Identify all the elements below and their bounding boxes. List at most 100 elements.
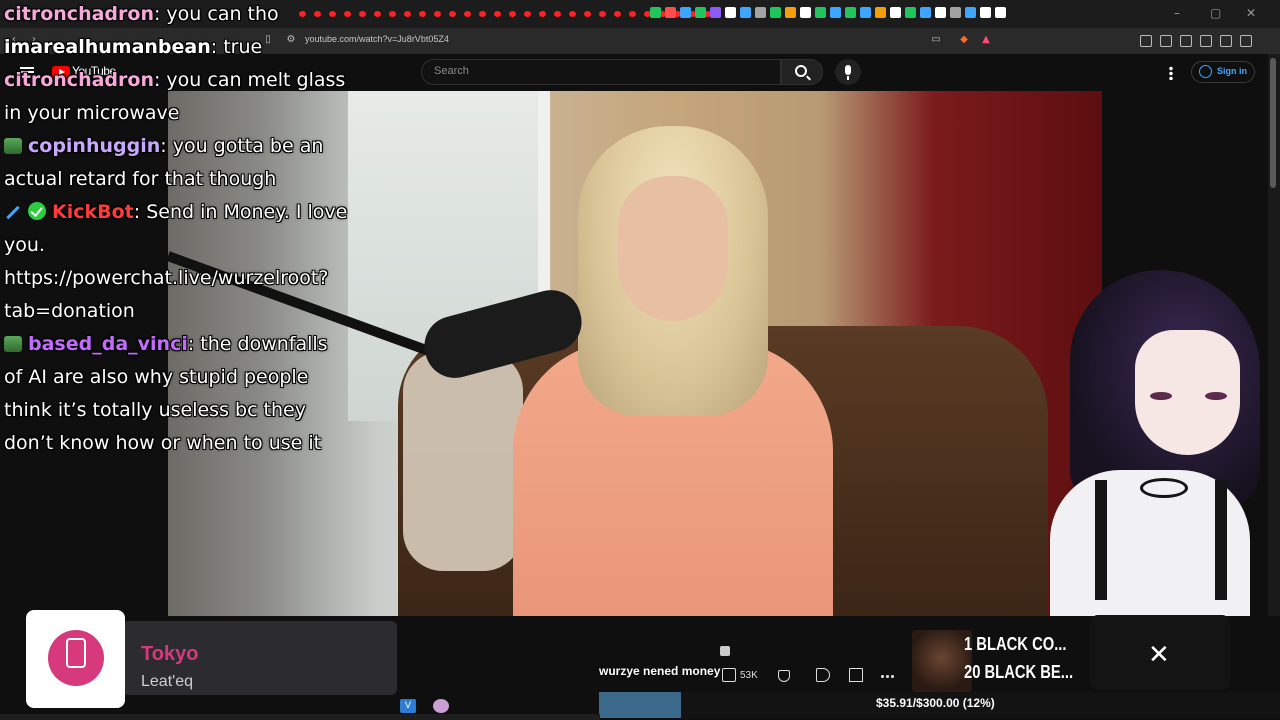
browser-tab-favicon[interactable] [815,7,826,18]
browser-tab-favicon[interactable] [995,7,1006,18]
rewards-icon[interactable]: ▲ [980,34,992,46]
recommended-thumbnail[interactable] [912,630,972,692]
browser-tab[interactable] [401,9,414,19]
browser-tab-favicon[interactable] [665,7,676,18]
extensions-icon[interactable] [1140,35,1152,47]
vscode-taskbar-icon[interactable]: V [400,699,416,713]
settings-kebab-icon[interactable] [1169,66,1173,80]
browser-tab[interactable] [386,9,399,19]
browser-tab[interactable] [461,9,474,19]
chat-message: citronchadron: you can tho [4,0,349,31]
browser-tab[interactable] [521,9,534,19]
browser-tab[interactable] [566,9,579,19]
minimize-button[interactable]: – [1174,6,1180,20]
browser-tab-favicon[interactable] [890,7,901,18]
donation-goal-fill [599,692,681,718]
browser-tab-favicon[interactable] [905,7,916,18]
chat-username: KickBot [52,201,134,223]
browser-tab[interactable] [551,9,564,19]
browser-tab-favicon[interactable] [935,7,946,18]
browser-tab-favicon[interactable] [740,7,751,18]
browser-tab-favicon[interactable] [695,7,706,18]
browser-tab[interactable] [536,9,549,19]
vtuber-bow [1140,478,1188,498]
chat-username: based_da_vinci [28,333,188,355]
voice-search-mic-icon[interactable] [835,59,861,85]
vpn-icon[interactable] [1220,35,1232,47]
video-sheepskin-pillow [403,351,523,571]
search-input[interactable] [421,59,781,85]
browser-tab-favicon[interactable] [650,7,661,18]
dislike-icon[interactable] [778,670,790,682]
chat-username: imarealhumanbean [4,36,211,58]
browser-tab[interactable] [506,9,519,19]
browser-tab[interactable] [581,9,594,19]
chat-separator: : [153,3,167,25]
video-person-face [618,176,728,321]
browser-tab-favicon[interactable] [830,7,841,18]
vtuber-eye-left [1150,392,1172,400]
recommended-title[interactable]: 1 BLACK CO... 20 BLACK BE... [964,630,1073,686]
browser-tab-favicon[interactable] [845,7,856,18]
browser-tab[interactable] [476,9,489,19]
chat-message: KickBot: Send in Money. I love you. http… [4,196,349,328]
sign-in-label[interactable]: Sign in [1217,66,1247,76]
brave-shield-icon[interactable]: ◆ [958,34,970,46]
browser-tab[interactable] [446,9,459,19]
chat-text: you can tho [166,3,279,25]
chat-username: citronchadron [4,3,154,25]
verified-badge-icon [28,202,46,220]
donation-goal-text: $35.91/$300.00 (12%) [876,696,995,710]
now-playing-title: Tokyo [141,643,199,665]
browser-tab-favicon[interactable] [800,7,811,18]
music-icon[interactable] [1160,35,1172,47]
chat-separator: : [187,333,201,355]
cast-icon[interactable]: ▭ [930,34,942,46]
chat-message: copinhuggin: you gotta be an actual reta… [4,130,349,196]
browser-tab-favicon[interactable] [785,7,796,18]
browser-tab[interactable] [356,9,369,19]
scrollbar-thumb[interactable] [1270,58,1276,188]
browser-tab-favicon[interactable] [680,7,691,18]
like-icon[interactable] [722,668,736,682]
share-icon[interactable] [816,668,830,682]
search-icon [795,65,807,77]
browser-tab-favicon[interactable] [920,7,931,18]
browser-tab-favicon[interactable] [875,7,886,18]
app-taskbar-icon[interactable] [433,699,449,713]
account-icon [1199,65,1212,78]
more-actions-icon[interactable] [880,675,894,678]
browser-tab[interactable] [626,9,639,19]
recommended-title-line2: 20 BLACK BE... [964,662,1074,682]
sub-badge-icon [4,138,22,154]
alert-close-icon[interactable] [720,646,730,656]
sub-badge-icon [4,336,22,352]
menu-icon[interactable] [1240,35,1252,47]
browser-tab-favicon[interactable] [860,7,871,18]
browser-tab-favicon[interactable] [950,7,961,18]
browser-tab-favicon[interactable] [980,7,991,18]
pinned-tab-icons[interactable] [650,7,1006,18]
browser-tab[interactable] [596,9,609,19]
browser-tab[interactable] [416,9,429,19]
chat-username: copinhuggin [28,135,161,157]
sidebar-icon[interactable] [1180,35,1192,47]
chat-overlay: citronchadron: you can tho imarealhumanbe… [4,0,349,460]
browser-tab[interactable] [431,9,444,19]
wallet-icon[interactable] [1200,35,1212,47]
browser-tab[interactable] [611,9,624,19]
browser-tab[interactable] [371,9,384,19]
maximize-button[interactable]: ▢ [1210,6,1221,20]
browser-tab[interactable] [491,9,504,19]
chat-message: imarealhumanbean: true [4,31,349,64]
like-count[interactable]: 53K [740,670,758,681]
moderator-sword-icon [4,204,22,220]
browser-tab-favicon[interactable] [755,7,766,18]
browser-tab-favicon[interactable] [770,7,781,18]
browser-tab-favicon[interactable] [710,7,721,18]
browser-tab-favicon[interactable] [725,7,736,18]
browser-tab-favicon[interactable] [965,7,976,18]
save-icon[interactable] [849,668,863,682]
close-window-button[interactable]: ✕ [1246,6,1256,20]
chat-username: citronchadron [4,69,154,91]
